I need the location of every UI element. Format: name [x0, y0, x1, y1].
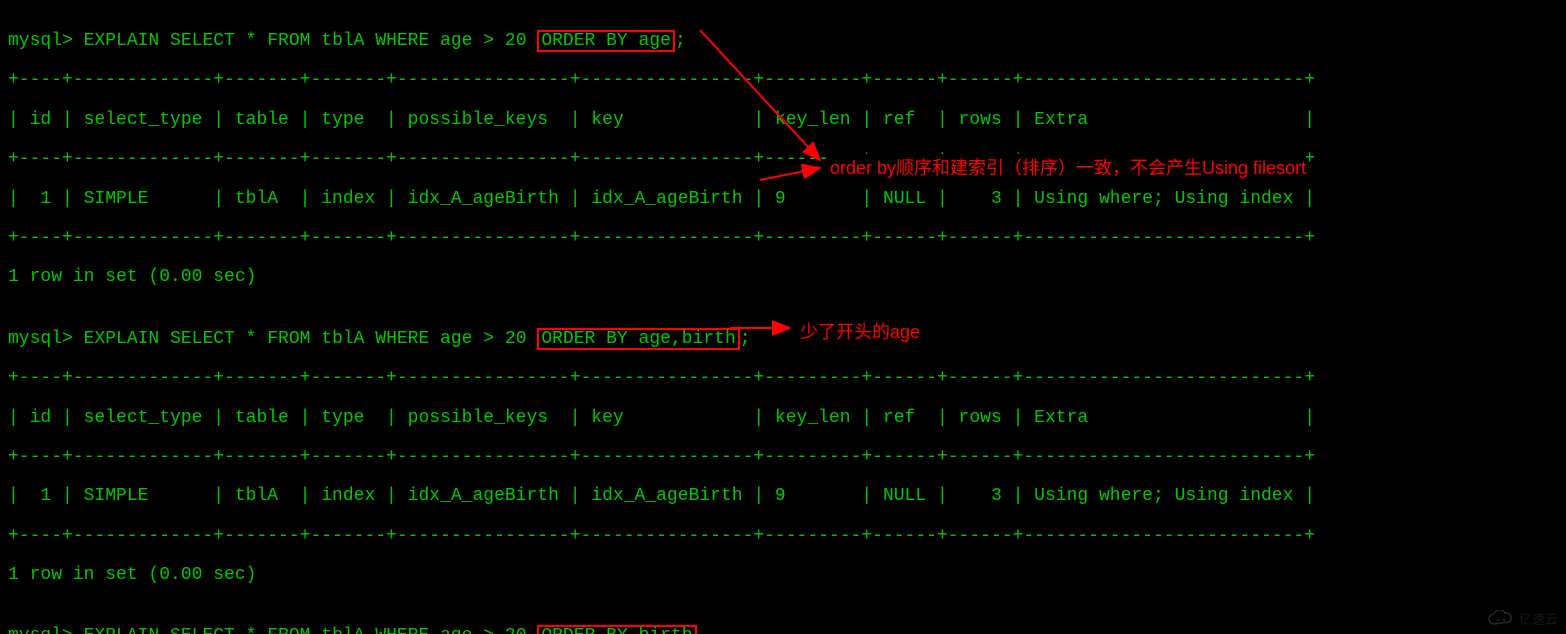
cloud-icon	[1487, 610, 1515, 628]
q2-after: ;	[740, 329, 751, 349]
table-sep: +----+-------------+-------+-------+----…	[8, 150, 1558, 170]
mysql-prompt: mysql>	[8, 31, 84, 51]
terminal-output[interactable]: mysql> EXPLAIN SELECT * FROM tblA WHERE …	[0, 0, 1566, 634]
highlight-box-2: ORDER BY age,birth	[537, 328, 739, 350]
q1-before: EXPLAIN SELECT * FROM tblA WHERE age > 2…	[84, 31, 538, 51]
result-message: 1 row in set (0.00 sec)	[8, 268, 1558, 288]
annotation-partial: 少了开头的age	[800, 318, 920, 344]
q1-after: ;	[675, 31, 686, 51]
highlight-box-1: ORDER BY age	[537, 30, 675, 52]
q3-before: EXPLAIN SELECT * FROM tblA WHERE age > 2…	[84, 626, 538, 634]
table-row: | 1 | SIMPLE | tblA | index | idx_A_ageB…	[8, 487, 1558, 507]
query-line-2: mysql> EXPLAIN SELECT * FROM tblA WHERE …	[8, 328, 1558, 350]
mysql-prompt: mysql>	[8, 626, 84, 634]
table-sep: +----+-------------+-------+-------+----…	[8, 229, 1558, 249]
result-message: 1 row in set (0.00 sec)	[8, 566, 1558, 586]
watermark: 亿速云	[1487, 609, 1558, 628]
table-header: | id | select_type | table | type | poss…	[8, 111, 1558, 131]
query-line-3: mysql> EXPLAIN SELECT * FROM tblA WHERE …	[8, 625, 1558, 634]
table-sep: +----+-------------+-------+-------+----…	[8, 448, 1558, 468]
mysql-prompt: mysql>	[8, 329, 84, 349]
table-sep: +----+-------------+-------+-------+----…	[8, 527, 1558, 547]
q2-before: EXPLAIN SELECT * FROM tblA WHERE age > 2…	[84, 329, 538, 349]
table-sep: +----+-------------+-------+-------+----…	[8, 71, 1558, 91]
watermark-text: 亿速云	[1519, 609, 1558, 628]
table-sep: +----+-------------+-------+-------+----…	[8, 369, 1558, 389]
annotation-main: order by顺序和建索引（排序）一致，不会产生Using filesort	[830, 154, 1306, 180]
query-line-1: mysql> EXPLAIN SELECT * FROM tblA WHERE …	[8, 30, 1558, 52]
highlight-box-3: ORDER BY birth	[537, 625, 696, 634]
table-header: | id | select_type | table | type | poss…	[8, 409, 1558, 429]
table-row: | 1 | SIMPLE | tblA | index | idx_A_ageB…	[8, 190, 1558, 210]
